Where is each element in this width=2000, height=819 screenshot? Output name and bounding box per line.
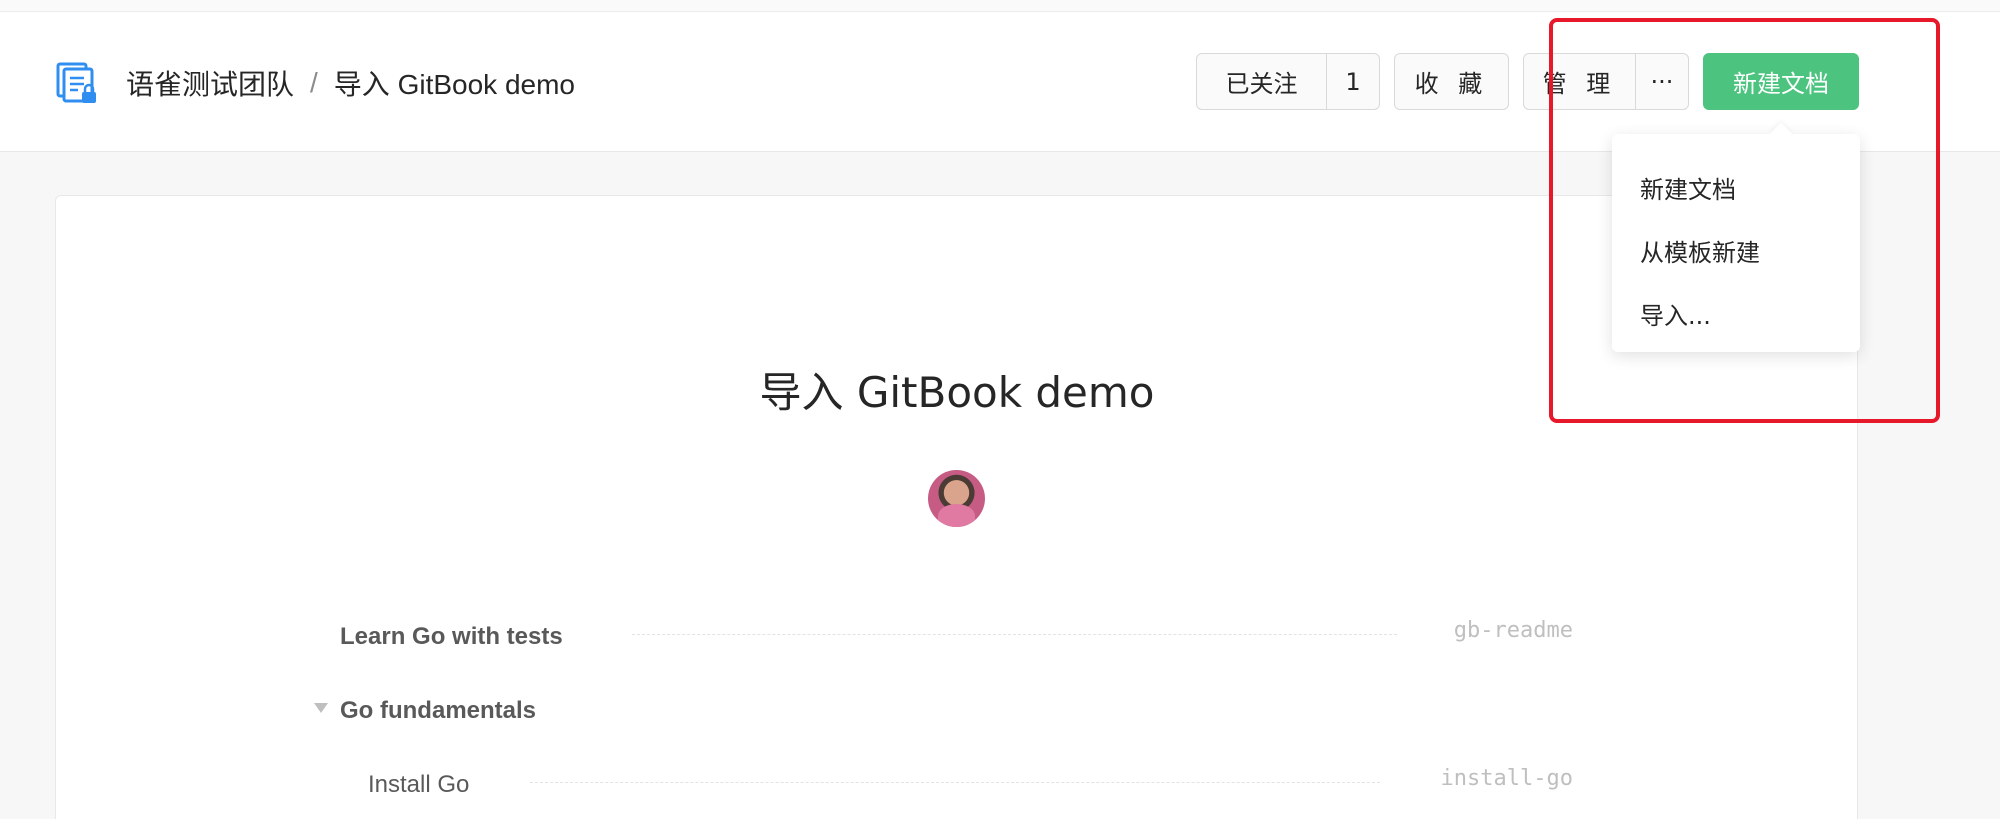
- toc-item-title[interactable]: Learn Go with tests: [340, 623, 563, 651]
- follow-button[interactable]: 已关注: [1196, 53, 1327, 110]
- toc-item-title[interactable]: Install Go: [368, 771, 469, 799]
- author-avatar[interactable]: [928, 470, 985, 527]
- breadcrumb-book-title: 导入 GitBook demo: [333, 69, 575, 100]
- triangle-down-icon[interactable]: [314, 703, 328, 713]
- breadcrumb-team-link[interactable]: 语雀测试团队: [126, 63, 294, 103]
- avatar-figure: [938, 504, 975, 527]
- toc-item-slug: install-go: [1440, 766, 1573, 791]
- breadcrumb: 语雀测试团队 / 导入 GitBook demo: [126, 63, 575, 103]
- toc-leader-line: [632, 634, 1397, 635]
- toc-item-slug: gb-readme: [1453, 618, 1573, 643]
- breadcrumb-separator: /: [310, 67, 318, 98]
- toc-group-title[interactable]: Go fundamentals: [340, 697, 536, 725]
- book-title-heading: 导入 GitBook demo: [759, 368, 1155, 417]
- book-lock-icon: [56, 62, 96, 103]
- star-button[interactable]: 收 藏: [1394, 53, 1509, 110]
- toc-leader-line: [530, 782, 1380, 783]
- follow-count-button[interactable]: 1: [1326, 53, 1380, 110]
- top-nav-strip: [0, 0, 2000, 12]
- toc-item[interactable]: Go fundamentals: [340, 691, 536, 731]
